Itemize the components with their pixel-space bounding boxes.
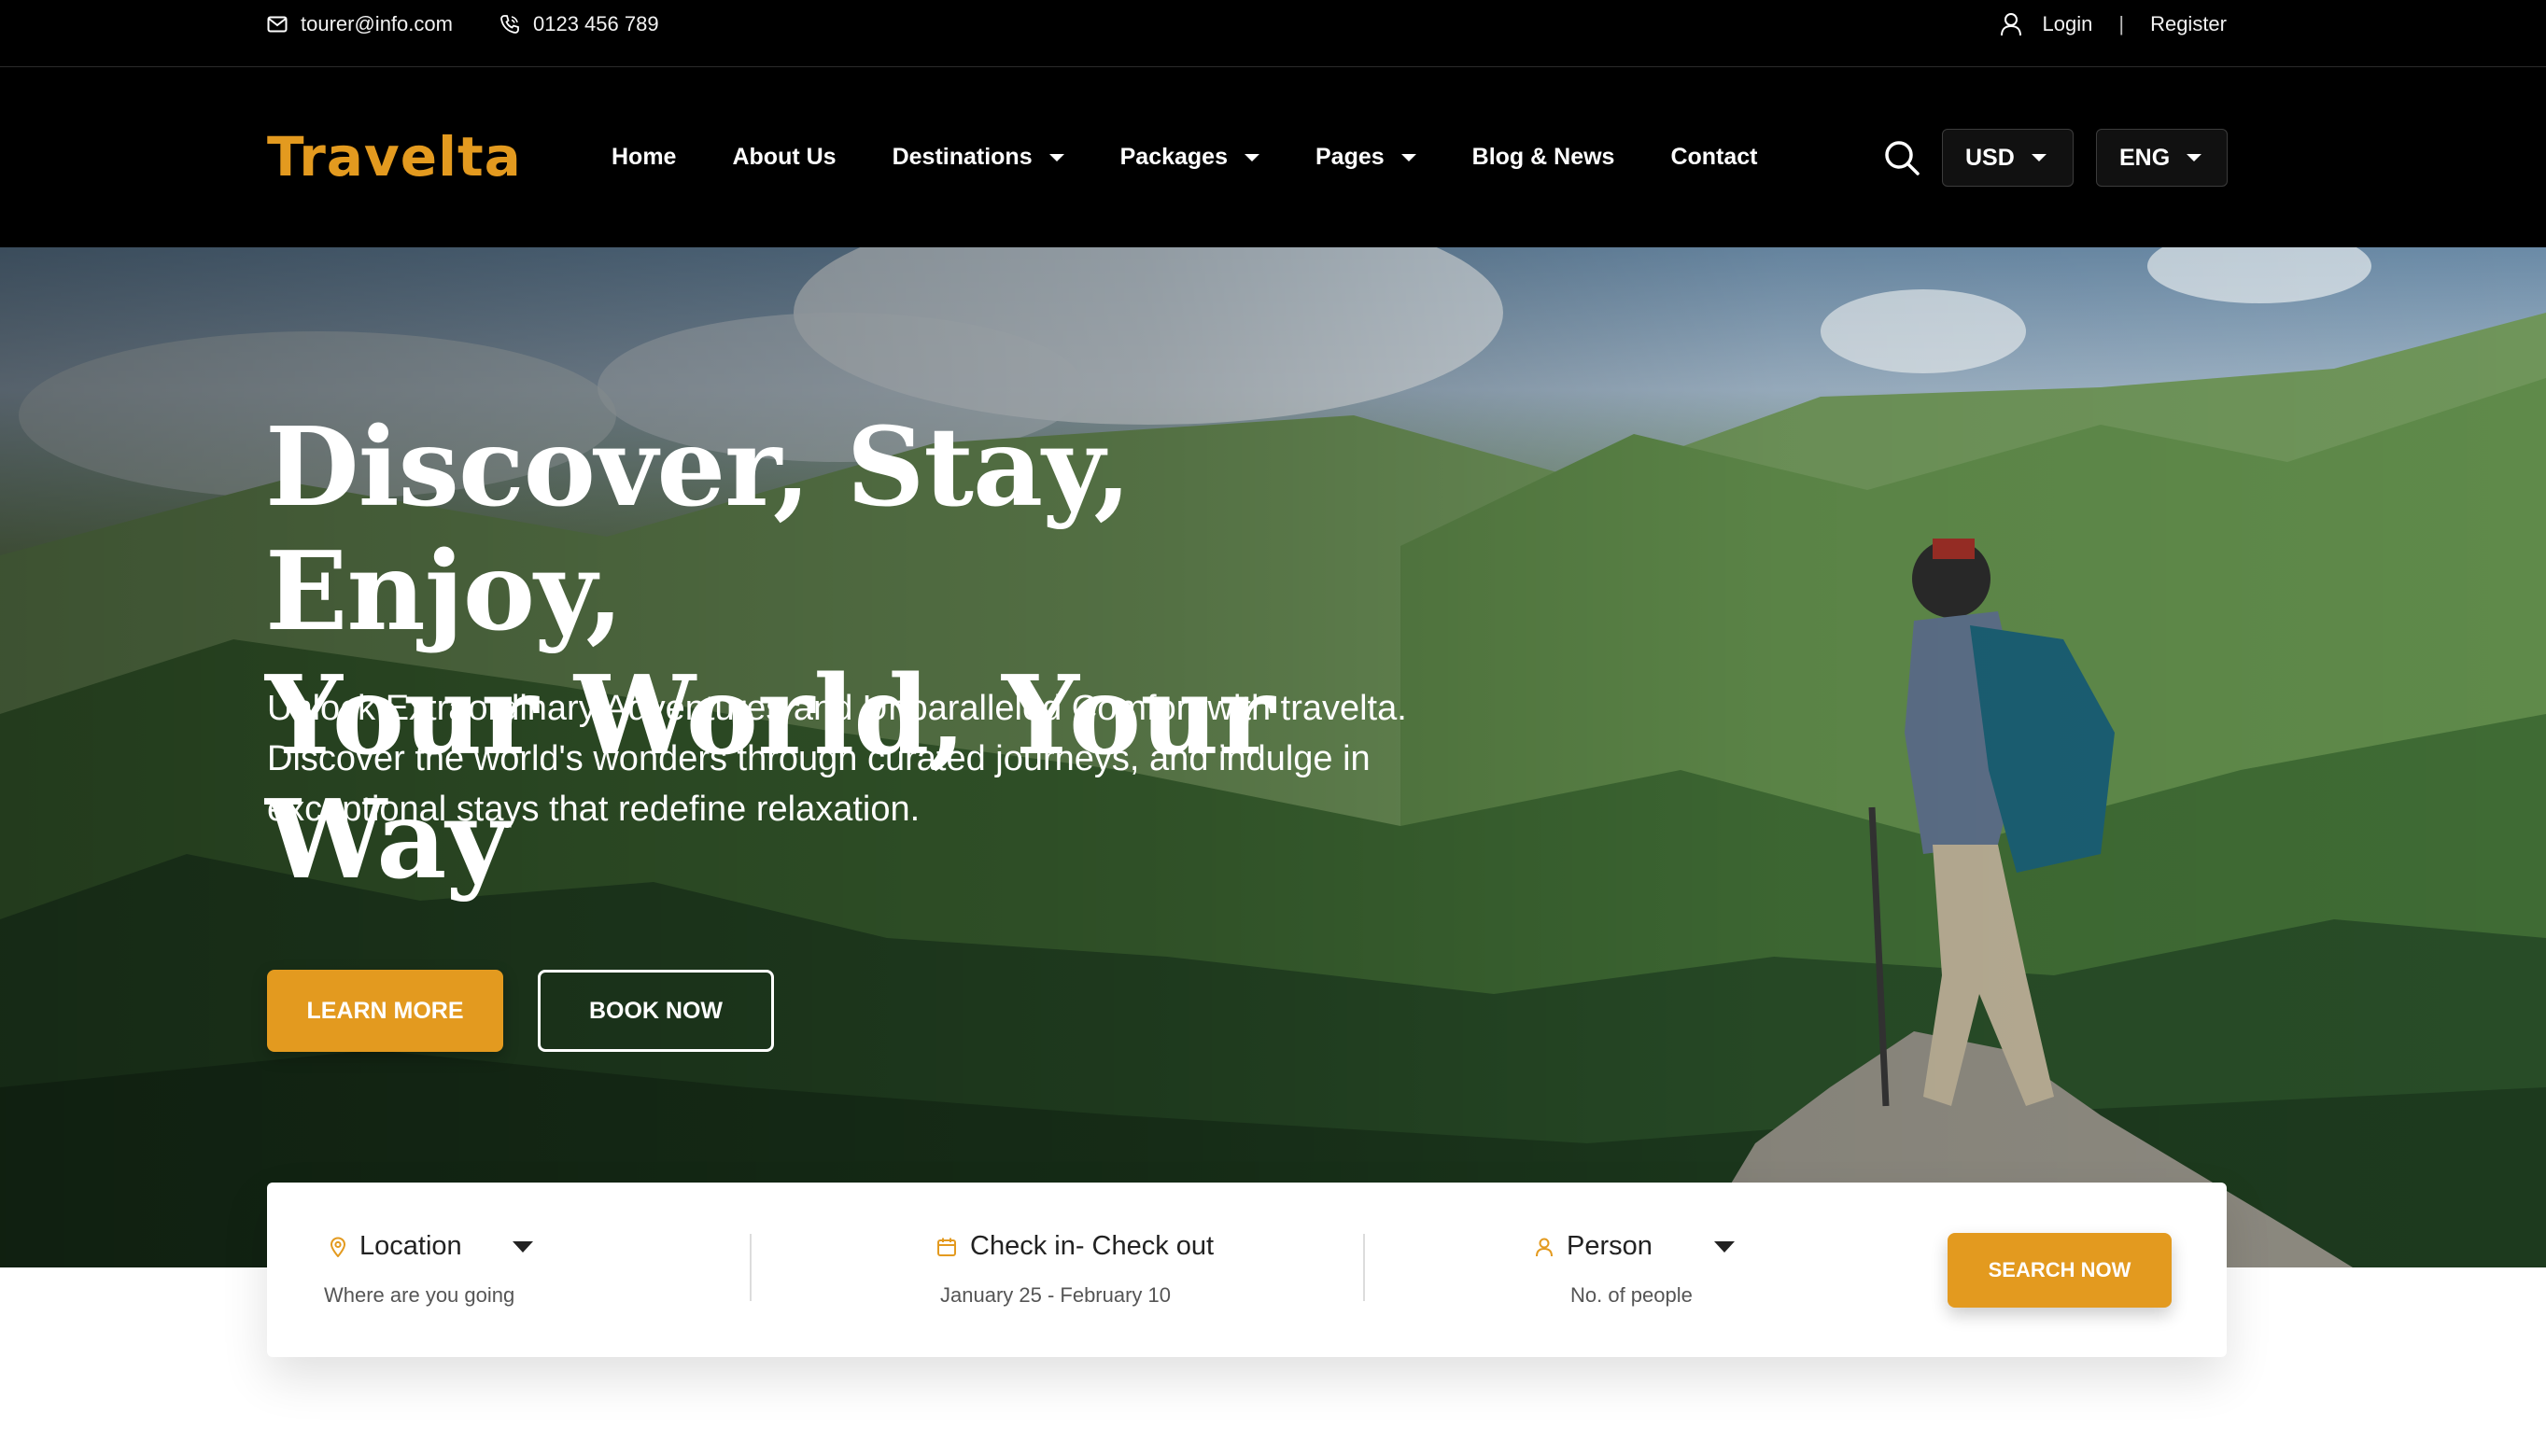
login-link[interactable]: Login xyxy=(2043,12,2093,36)
nav-item-home[interactable]: Home xyxy=(612,144,676,171)
date-value: January 25 - February 10 xyxy=(940,1283,1172,1307)
site-logo[interactable]: Travelta xyxy=(267,125,522,189)
date-label: Check in- Check out xyxy=(970,1231,1215,1261)
main-header: Travelta Home About Us Destinations Pack… xyxy=(0,67,2546,247)
phone-icon xyxy=(500,15,519,34)
chevron-down-icon xyxy=(1400,153,1416,161)
language-value: ENG xyxy=(2119,144,2171,171)
nav-item-label: Pages xyxy=(1315,144,1385,170)
nav-item-pages[interactable]: Pages xyxy=(1315,144,1416,171)
nav-item-contact[interactable]: Contact xyxy=(1670,144,1757,171)
nav-item-label: Blog & News xyxy=(1471,144,1615,170)
person-icon xyxy=(1536,1238,1553,1256)
chevron-down-icon xyxy=(1048,153,1064,161)
date-label-row: Check in- Check out xyxy=(936,1231,1214,1262)
nav-item-label: Destinations xyxy=(892,144,1033,170)
topbar-phone[interactable]: 0123 456 789 xyxy=(499,0,659,49)
search-now-button[interactable]: SEARCH NOW xyxy=(1948,1233,2172,1308)
chevron-down-icon xyxy=(2187,154,2202,161)
location-label-row: Location xyxy=(330,1231,533,1262)
calendar-icon xyxy=(937,1238,956,1256)
top-bar: tourer@info.com 0123 456 789 Login | Reg… xyxy=(0,0,2546,67)
topbar-email-text[interactable]: tourer@info.com xyxy=(301,12,453,36)
date-range-field[interactable]: Check in- Check out January 25 - Februar… xyxy=(750,1183,1363,1357)
location-label: Location xyxy=(359,1231,462,1261)
language-dropdown[interactable]: ENG xyxy=(2096,129,2228,187)
chevron-down-icon xyxy=(2031,154,2047,161)
learn-more-button[interactable]: LEARN MORE xyxy=(267,970,503,1052)
mail-icon xyxy=(267,16,288,33)
auth-separator: | xyxy=(2118,12,2125,35)
person-field[interactable]: Person No. of people xyxy=(1363,1183,1830,1357)
chevron-down-icon xyxy=(1244,153,1259,161)
booking-search-bar: Location Where are you going Check in- C… xyxy=(267,1183,2227,1357)
person-placeholder: No. of people xyxy=(1570,1283,1693,1307)
search-icon[interactable] xyxy=(1882,138,1921,177)
hero-section: Discover, Stay, Enjoy, Your World, Your … xyxy=(0,247,2546,1267)
hero-title-line1: Discover, Stay, Enjoy, xyxy=(265,404,1132,655)
register-link[interactable]: Register xyxy=(2150,12,2227,36)
nav-item-label: About Us xyxy=(732,144,837,170)
nav-item-blog-news[interactable]: Blog & News xyxy=(1472,144,1615,171)
currency-dropdown[interactable]: USD xyxy=(1942,129,2074,187)
chevron-down-icon[interactable] xyxy=(1713,1240,1735,1253)
topbar-email[interactable]: tourer@info.com xyxy=(267,0,453,49)
location-pin-icon xyxy=(330,1236,346,1257)
book-now-button[interactable]: BOOK NOW xyxy=(538,970,774,1052)
location-field[interactable]: Location Where are you going xyxy=(267,1183,750,1357)
person-label-row: Person xyxy=(1535,1231,1735,1262)
auth-links: Login | Register xyxy=(2000,0,2227,49)
nav-item-label: Contact xyxy=(1670,144,1758,170)
nav-item-label: Packages xyxy=(1119,144,1228,170)
nav-item-about-us[interactable]: About Us xyxy=(732,144,836,171)
nav-item-label: Home xyxy=(612,144,677,170)
location-placeholder: Where are you going xyxy=(324,1283,515,1307)
user-icon xyxy=(2000,13,2021,36)
topbar-phone-text[interactable]: 0123 456 789 xyxy=(533,12,659,36)
main-nav: Home About Us Destinations Packages Page… xyxy=(612,67,1758,247)
chevron-down-icon[interactable] xyxy=(512,1240,533,1253)
nav-item-packages[interactable]: Packages xyxy=(1120,144,1259,171)
currency-value: USD xyxy=(1965,144,2015,171)
hero-description: Unlock Extraordinary Adventures and Unpa… xyxy=(267,689,1407,829)
nav-item-destinations[interactable]: Destinations xyxy=(893,144,1064,171)
person-label: Person xyxy=(1567,1231,1653,1261)
